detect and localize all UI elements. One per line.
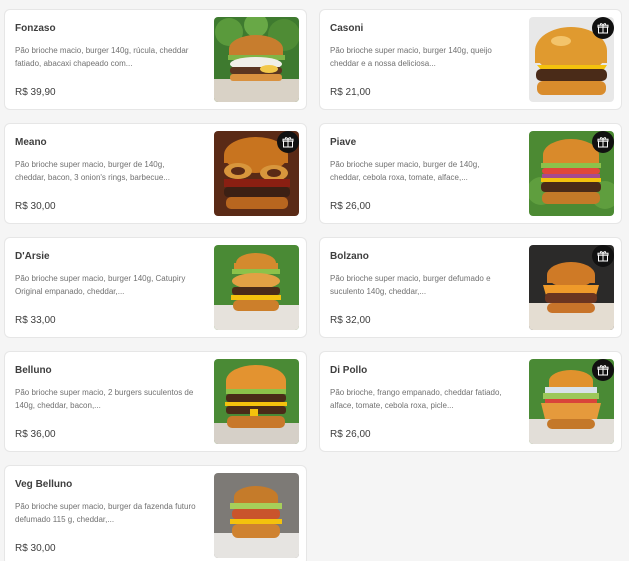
menu-item-card[interactable]: Di Pollo Pão brioche, frango empanado, c…: [319, 351, 622, 452]
item-price: R$ 26,00: [330, 429, 371, 440]
gift-icon: [592, 245, 614, 267]
item-price: R$ 21,00: [330, 87, 371, 98]
item-price: R$ 36,00: [15, 429, 56, 440]
item-price: R$ 32,00: [330, 315, 371, 326]
gift-icon: [592, 359, 614, 381]
item-name: Belluno: [15, 365, 52, 376]
item-price: R$ 26,00: [330, 201, 371, 212]
burger-photo: [214, 17, 299, 102]
menu-item-card[interactable]: D'Arsie Pão brioche super macio, burger …: [4, 237, 307, 338]
item-name: D'Arsie: [15, 251, 50, 262]
menu-item-card[interactable]: Piave Pão brioche super macio, burger de…: [319, 123, 622, 224]
item-name: Piave: [330, 137, 357, 148]
item-description: Pão brioche super macio, burger defumado…: [330, 274, 491, 296]
item-name: Di Pollo: [330, 365, 368, 376]
item-price: R$ 30,00: [15, 543, 56, 554]
item-description: Pão brioche macio, burger 140g, rúcula, …: [15, 46, 189, 68]
item-description: Pão brioche super macio, burger de 140g,…: [15, 160, 170, 182]
item-name: Casoni: [330, 23, 364, 34]
burger-photo: [214, 245, 299, 330]
menu-item-card[interactable]: Fonzaso Pão brioche macio, burger 140g, …: [4, 9, 307, 110]
gift-icon: [592, 131, 614, 153]
item-price: R$ 30,00: [15, 201, 56, 212]
item-price: R$ 33,00: [15, 315, 56, 326]
gift-icon: [592, 17, 614, 39]
menu-item-card[interactable]: Casoni Pão brioche super macio, burger 1…: [319, 9, 622, 110]
veggie-burger-photo: [214, 473, 299, 558]
item-description: Pão brioche super macio, burger de 140g,…: [330, 160, 480, 182]
gift-icon: [277, 131, 299, 153]
menu-item-card[interactable]: Belluno Pão brioche super macio, 2 burge…: [4, 351, 307, 452]
item-name: Fonzaso: [15, 23, 56, 34]
menu-item-card[interactable]: Meano Pão brioche super macio, burger de…: [4, 123, 307, 224]
item-description: Pão brioche super macio, burger 140g, Ca…: [15, 274, 186, 296]
item-description: Pão brioche super macio, 2 burgers sucul…: [15, 388, 194, 410]
item-price: R$ 39,90: [15, 87, 56, 98]
item-name: Veg Belluno: [15, 479, 73, 490]
item-description: Pão brioche super macio, burger 140g, qu…: [330, 46, 492, 68]
menu-item-card[interactable]: Bolzano Pão brioche super macio, burger …: [319, 237, 622, 338]
item-description: Pão brioche super macio, burger da fazen…: [15, 502, 196, 524]
menu-grid: Fonzaso Pão brioche macio, burger 140g, …: [0, 0, 629, 561]
item-name: Bolzano: [330, 251, 369, 262]
burger-photo: [214, 359, 299, 444]
item-name: Meano: [15, 137, 47, 148]
menu-item-card[interactable]: Veg Belluno Pão brioche super macio, bur…: [4, 465, 307, 561]
item-description: Pão brioche, frango empanado, cheddar fa…: [330, 388, 502, 410]
